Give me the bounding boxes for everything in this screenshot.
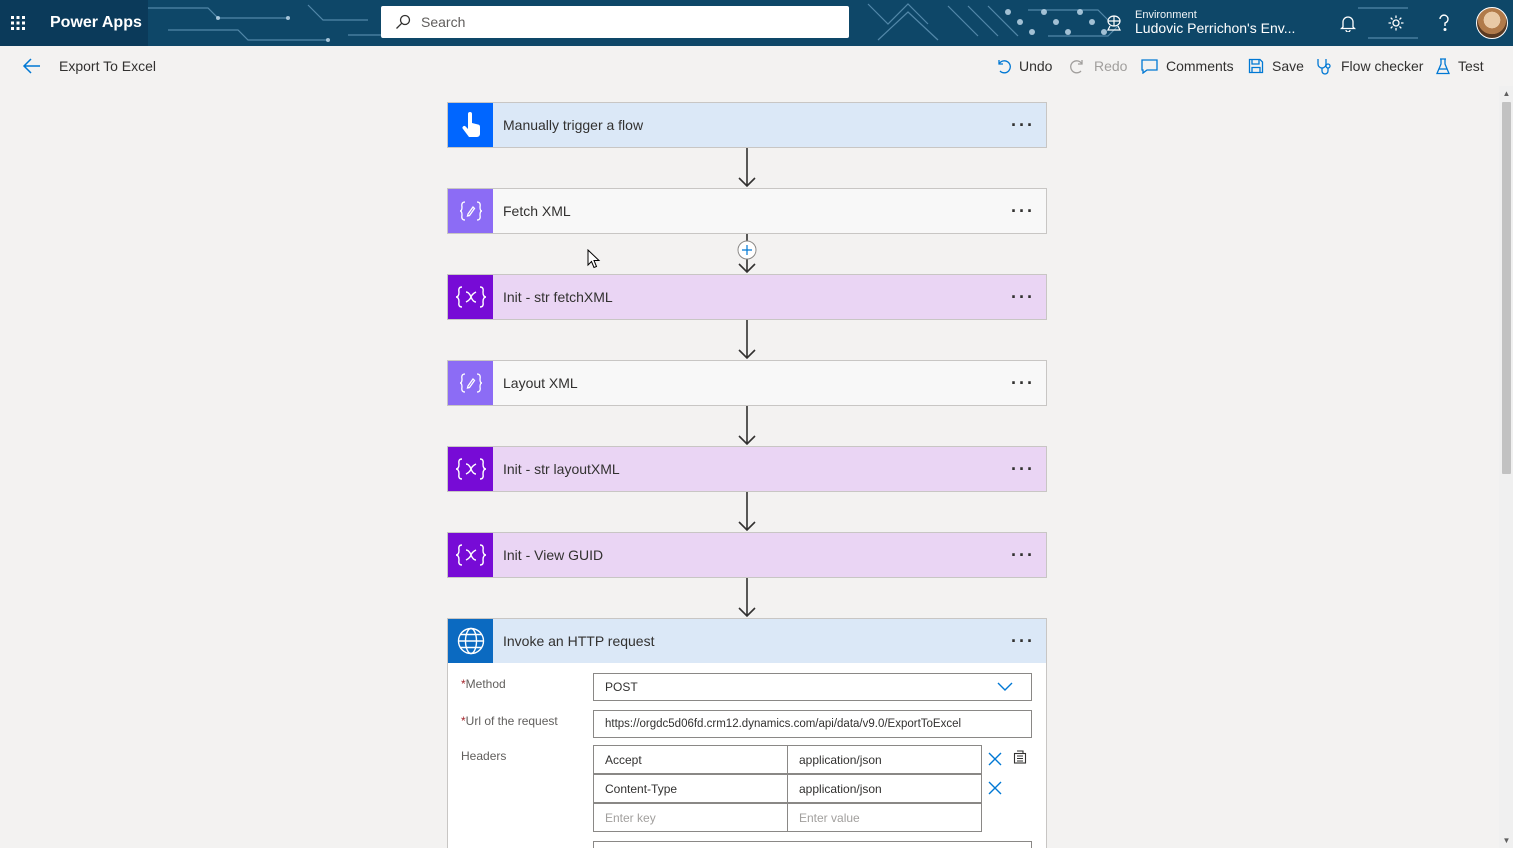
user-avatar[interactable] bbox=[1476, 7, 1508, 39]
method-field-label: *Method bbox=[461, 677, 506, 691]
connector-arrow bbox=[738, 320, 756, 360]
connector-arrow-with-insert bbox=[737, 234, 757, 274]
globe-icon bbox=[448, 619, 493, 663]
help-question-icon[interactable] bbox=[1424, 0, 1464, 46]
notifications-bell-icon[interactable] bbox=[1328, 0, 1368, 46]
step-title: Init - str layoutXML bbox=[503, 461, 620, 477]
undo-icon bbox=[998, 60, 1011, 74]
variable-icon bbox=[448, 533, 493, 577]
flow-name-title: Export To Excel bbox=[59, 58, 157, 74]
step-title: Layout XML bbox=[503, 375, 578, 391]
switch-to-text-mode-icon[interactable] bbox=[1013, 750, 1027, 764]
flow-checker-label: Flow checker bbox=[1341, 58, 1424, 74]
method-value: POST bbox=[605, 680, 638, 694]
settings-gear-icon[interactable] bbox=[1376, 0, 1416, 46]
save-label: Save bbox=[1272, 58, 1304, 74]
header-key-accept[interactable]: Accept bbox=[593, 745, 788, 774]
step-title: Manually trigger a flow bbox=[503, 117, 644, 133]
headers-field-label: Headers bbox=[461, 749, 507, 763]
compose-icon bbox=[448, 189, 493, 233]
save-icon bbox=[1248, 58, 1264, 74]
more-options-icon[interactable]: ··· bbox=[1000, 545, 1046, 566]
header-value-content-type[interactable]: application/json bbox=[787, 774, 982, 803]
step-init-str-layoutxml[interactable]: Init - str layoutXML ··· bbox=[447, 446, 1047, 492]
mouse-cursor-icon bbox=[587, 249, 601, 269]
search-placeholder: Search bbox=[421, 14, 466, 30]
remove-header-icon[interactable] bbox=[988, 752, 1002, 766]
more-options-icon[interactable]: ··· bbox=[1000, 115, 1046, 136]
remove-header-icon[interactable] bbox=[988, 781, 1002, 795]
environment-label: Environment bbox=[1135, 9, 1197, 22]
more-options-icon[interactable]: ··· bbox=[1000, 287, 1046, 308]
url-input[interactable]: https://orgdc5d06fd.crm12.dynamics.com/a… bbox=[593, 710, 1032, 738]
environment-picker[interactable]: Environment Ludovic Perrichon's Env... bbox=[1105, 0, 1310, 46]
flow-designer-canvas: Manually trigger a flow ··· Fetch XML ··… bbox=[0, 86, 1499, 848]
connector-arrow bbox=[738, 492, 756, 532]
variable-icon bbox=[448, 275, 493, 319]
step-invoke-http-request[interactable]: Invoke an HTTP request ··· bbox=[447, 618, 1047, 664]
step-init-view-guid[interactable]: Init - View GUID ··· bbox=[447, 532, 1047, 578]
top-bar: Power Apps Search Environment Ludovic Pe… bbox=[0, 0, 1513, 46]
step-init-str-fetchxml[interactable]: Init - str fetchXML ··· bbox=[447, 274, 1047, 320]
scroll-up-arrow-icon[interactable]: ▲ bbox=[1502, 89, 1511, 99]
stethoscope-icon bbox=[1317, 58, 1331, 75]
header-key-content-type[interactable]: Content-Type bbox=[593, 774, 788, 803]
step-title: Fetch XML bbox=[503, 203, 571, 219]
app-launcher-waffle-icon[interactable] bbox=[0, 0, 36, 46]
redo-label: Redo bbox=[1094, 58, 1128, 74]
more-options-icon[interactable]: ··· bbox=[1000, 201, 1046, 222]
undo-label: Undo bbox=[1019, 58, 1053, 74]
app-title[interactable]: Power Apps bbox=[36, 0, 148, 46]
more-options-icon[interactable]: ··· bbox=[1000, 631, 1046, 652]
command-bar: Export To Excel Undo Redo Comments Save … bbox=[0, 46, 1513, 86]
step-title: Init - str fetchXML bbox=[503, 289, 613, 305]
beaker-icon bbox=[1436, 57, 1450, 74]
step-fetch-xml[interactable]: Fetch XML ··· bbox=[447, 188, 1047, 234]
comments-label: Comments bbox=[1166, 58, 1234, 74]
hand-touch-icon bbox=[448, 103, 493, 147]
search-box[interactable]: Search bbox=[381, 6, 849, 38]
scrollbar-thumb[interactable] bbox=[1502, 102, 1511, 474]
step-layout-xml[interactable]: Layout XML ··· bbox=[447, 360, 1047, 406]
scroll-down-arrow-icon[interactable]: ▼ bbox=[1502, 836, 1511, 846]
more-options-icon[interactable]: ··· bbox=[1000, 373, 1046, 394]
comment-icon bbox=[1141, 59, 1158, 74]
connector-arrow bbox=[738, 148, 756, 188]
connector-arrow bbox=[738, 406, 756, 446]
test-label: Test bbox=[1458, 58, 1484, 74]
body-input[interactable] bbox=[593, 841, 1032, 848]
step-title: Invoke an HTTP request bbox=[503, 633, 655, 649]
step-manually-trigger[interactable]: Manually trigger a flow ··· bbox=[447, 102, 1047, 148]
redo-button[interactable]: Redo bbox=[1070, 56, 1127, 76]
redo-icon bbox=[1070, 60, 1083, 74]
comments-button[interactable]: Comments bbox=[1141, 56, 1234, 76]
environment-icon bbox=[1107, 15, 1121, 31]
header-key-input[interactable]: Enter key bbox=[593, 803, 788, 832]
compose-icon bbox=[448, 361, 493, 405]
vertical-scrollbar[interactable]: ▲ ▼ bbox=[1499, 86, 1513, 848]
environment-name: Ludovic Perrichon's Env... bbox=[1135, 20, 1296, 37]
step-title: Init - View GUID bbox=[503, 547, 604, 563]
header-value-accept[interactable]: application/json bbox=[787, 745, 982, 774]
undo-button[interactable]: Undo bbox=[995, 56, 1052, 76]
chevron-down-icon bbox=[997, 682, 1013, 691]
save-button[interactable]: Save bbox=[1248, 56, 1304, 76]
url-field-label: *Url of the request bbox=[461, 714, 558, 728]
http-request-form: *Method POST *Url of the request https:/… bbox=[447, 663, 1047, 848]
method-dropdown[interactable]: POST bbox=[593, 673, 1032, 701]
connector-arrow bbox=[738, 578, 756, 618]
header-value-input[interactable]: Enter value bbox=[787, 803, 982, 832]
search-icon bbox=[396, 14, 411, 29]
test-button[interactable]: Test bbox=[1436, 56, 1484, 76]
more-options-icon[interactable]: ··· bbox=[1000, 459, 1046, 480]
flow-checker-button[interactable]: Flow checker bbox=[1316, 56, 1423, 76]
variable-icon bbox=[448, 447, 493, 491]
back-arrow-icon[interactable] bbox=[22, 56, 44, 76]
